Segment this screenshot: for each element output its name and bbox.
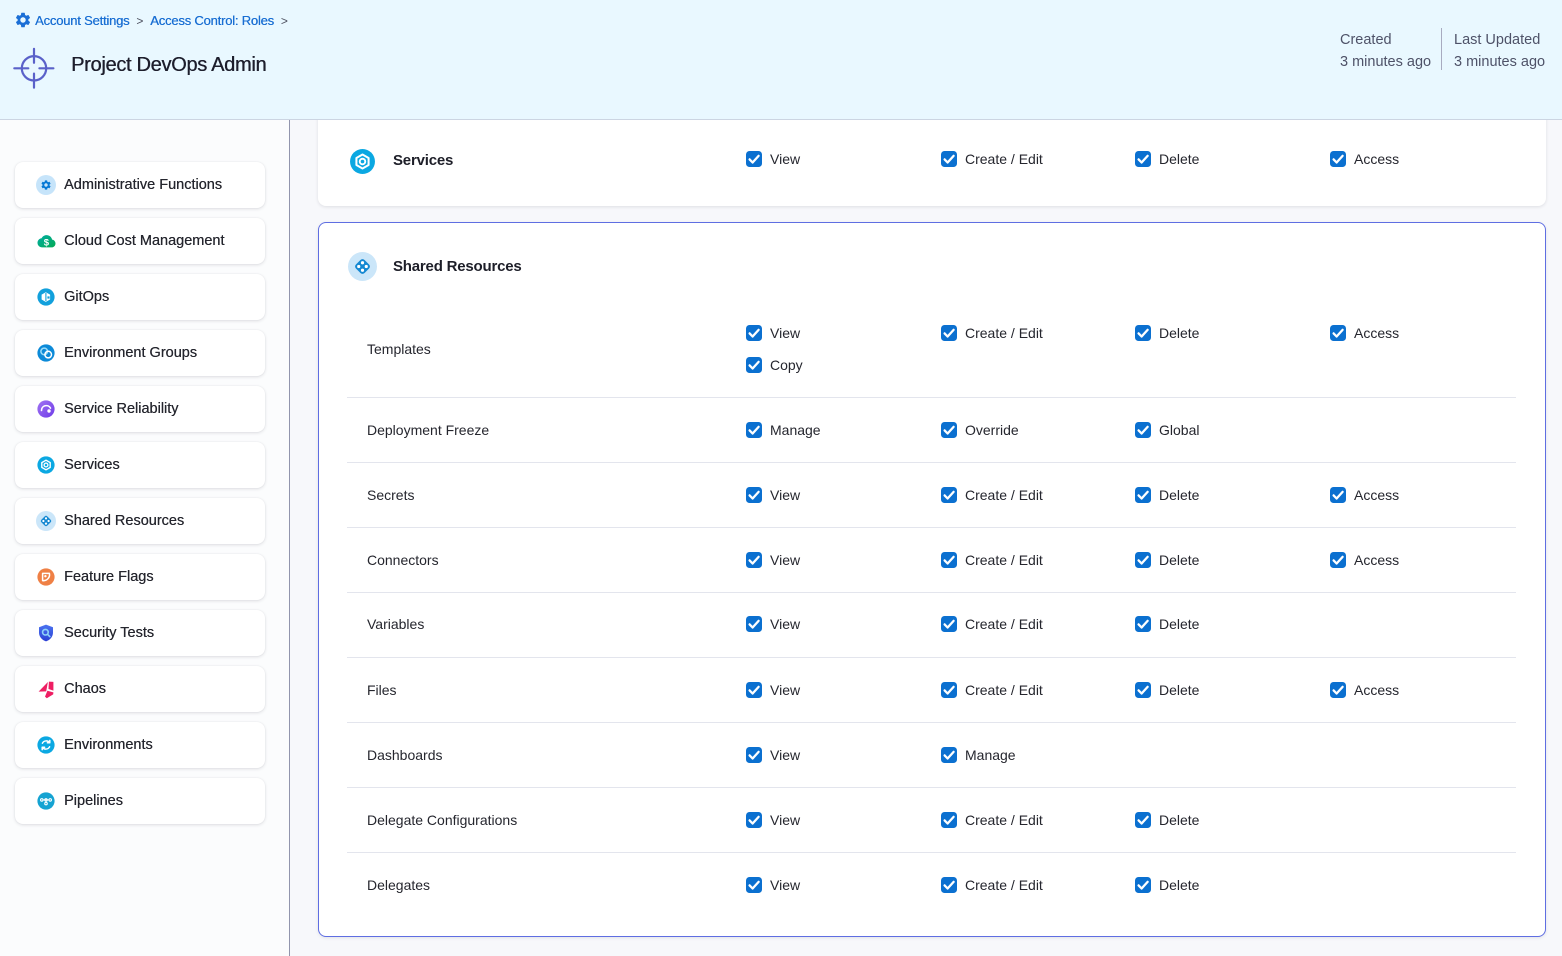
svg-text:$: $ [44,238,50,249]
